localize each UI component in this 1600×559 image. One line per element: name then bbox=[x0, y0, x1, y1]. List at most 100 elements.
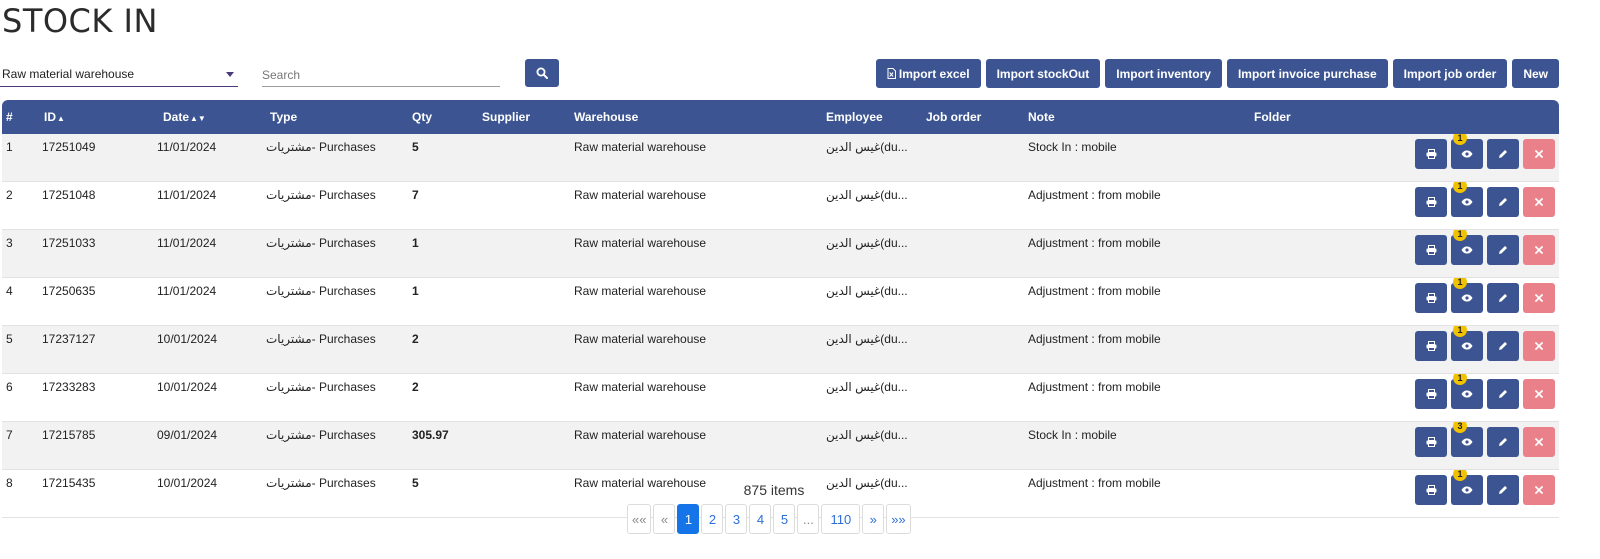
close-icon bbox=[1535, 438, 1543, 446]
table-row[interactable]: 2 17251048 11/01/2024 مشتريات- Purchases 7 Ra… bbox=[2, 181, 1559, 230]
delete-button[interactable] bbox=[1523, 187, 1555, 217]
delete-button[interactable] bbox=[1523, 139, 1555, 169]
cell-qty: 1 bbox=[412, 277, 482, 326]
page-button-1[interactable]: 1 bbox=[677, 504, 700, 534]
cell-folder bbox=[1254, 229, 1394, 278]
table-row[interactable]: 4 17250635 11/01/2024 مشتريات- Purchases 1 Ra… bbox=[2, 277, 1559, 326]
page-button-4[interactable]: 4 bbox=[749, 504, 772, 534]
delete-button[interactable] bbox=[1523, 331, 1555, 361]
delete-button[interactable] bbox=[1523, 379, 1555, 409]
view-button[interactable]: 1 bbox=[1451, 181, 1483, 217]
print-button[interactable] bbox=[1415, 427, 1447, 457]
import-invoice-purchase-button[interactable]: Import invoice purchase bbox=[1226, 59, 1388, 88]
delete-button[interactable] bbox=[1523, 427, 1555, 457]
toolbar: Import excel Import stockOut Import inve… bbox=[875, 59, 1559, 88]
warehouse-select-value: Raw material warehouse bbox=[2, 67, 135, 81]
print-button[interactable] bbox=[1415, 235, 1447, 265]
attachment-count-badge: 1 bbox=[1453, 469, 1467, 481]
search-input[interactable] bbox=[262, 63, 500, 87]
cell-supplier bbox=[482, 421, 574, 470]
print-button[interactable] bbox=[1415, 331, 1447, 361]
cell-employee: غيس الدين(du... bbox=[826, 181, 926, 230]
cell-job-order bbox=[926, 134, 1028, 182]
table-row[interactable]: 3 17251033 11/01/2024 مشتريات- Purchases 1 Ra… bbox=[2, 229, 1559, 278]
cell-qty: 2 bbox=[412, 325, 482, 374]
search-button[interactable] bbox=[525, 59, 559, 87]
print-button[interactable] bbox=[1415, 283, 1447, 313]
view-button[interactable]: 1 bbox=[1451, 373, 1483, 409]
edit-button[interactable] bbox=[1487, 187, 1519, 217]
page-button-3[interactable]: 3 bbox=[725, 504, 748, 534]
table-row[interactable]: 1 17251049 11/01/2024 مشتريات- Purchases 5 Ra… bbox=[2, 134, 1559, 182]
cell-index: 4 bbox=[2, 277, 38, 326]
import-stockout-button[interactable]: Import stockOut bbox=[985, 59, 1101, 88]
table-row[interactable]: 7 17215785 09/01/2024 مشتريات- Purchases 305… bbox=[2, 421, 1559, 470]
pagination: «« « 1 2 3 4 5 ... 110 » »» bbox=[627, 504, 911, 534]
cell-actions: 1 bbox=[1394, 229, 1559, 278]
attachment-count-badge: 1 bbox=[1453, 181, 1467, 193]
attachment-count-badge: 1 bbox=[1453, 229, 1467, 241]
cell-index: 6 bbox=[2, 373, 38, 422]
view-button[interactable]: 1 bbox=[1451, 277, 1483, 313]
delete-button[interactable] bbox=[1523, 235, 1555, 265]
view-button[interactable]: 1 bbox=[1451, 134, 1483, 169]
cell-job-order bbox=[926, 325, 1028, 374]
table-row[interactable]: 6 17233283 10/01/2024 مشتريات- Purchases 2 Ra… bbox=[2, 373, 1559, 422]
warehouse-select[interactable]: Raw material warehouse bbox=[0, 63, 238, 87]
close-icon bbox=[1535, 294, 1543, 302]
page-button-5[interactable]: 5 bbox=[773, 504, 796, 534]
cell-warehouse: Raw material warehouse bbox=[574, 325, 826, 374]
import-job-order-button[interactable]: Import job order bbox=[1392, 59, 1508, 88]
edit-button[interactable] bbox=[1487, 283, 1519, 313]
edit-button[interactable] bbox=[1487, 379, 1519, 409]
cell-employee: غيس الدين(du... bbox=[826, 277, 926, 326]
close-icon bbox=[1535, 390, 1543, 398]
cell-type: مشتريات- Purchases bbox=[238, 373, 412, 422]
table-row[interactable]: 5 17237127 10/01/2024 مشتريات- Purchases 2 Ra… bbox=[2, 325, 1559, 374]
view-button[interactable]: 3 bbox=[1451, 421, 1483, 457]
cell-employee: غيس الدين(du... bbox=[826, 134, 926, 182]
cell-date: 09/01/2024 bbox=[133, 421, 238, 470]
col-date[interactable]: Date▲▼ bbox=[133, 100, 238, 134]
col-employee: Employee bbox=[826, 110, 883, 124]
cell-job-order bbox=[926, 181, 1028, 230]
cell-job-order bbox=[926, 373, 1028, 422]
view-button[interactable]: 1 bbox=[1451, 229, 1483, 265]
sort-up-icon: ▲ bbox=[57, 114, 65, 123]
print-button[interactable] bbox=[1415, 187, 1447, 217]
page-next-button[interactable]: » bbox=[862, 504, 885, 534]
page-first-button[interactable]: «« bbox=[627, 504, 652, 534]
page-button-2[interactable]: 2 bbox=[701, 504, 724, 534]
edit-button[interactable] bbox=[1487, 235, 1519, 265]
table-body: 1 17251049 11/01/2024 مشتريات- Purchases 5 Ra… bbox=[2, 134, 1559, 518]
eye-icon bbox=[1461, 438, 1473, 446]
edit-button[interactable] bbox=[1487, 427, 1519, 457]
eye-icon bbox=[1461, 198, 1473, 206]
col-id[interactable]: ID▲ bbox=[38, 100, 133, 134]
delete-button[interactable] bbox=[1523, 283, 1555, 313]
col-id-label: ID bbox=[44, 110, 56, 124]
close-icon bbox=[1535, 198, 1543, 206]
page-prev-button[interactable]: « bbox=[653, 504, 676, 534]
col-type: Type bbox=[270, 110, 298, 124]
page-button-last-number[interactable]: 110 bbox=[821, 504, 861, 534]
edit-button[interactable] bbox=[1487, 139, 1519, 169]
cell-index: 2 bbox=[2, 181, 38, 230]
cell-id: 17237127 bbox=[38, 325, 133, 374]
view-button[interactable]: 1 bbox=[1451, 325, 1483, 361]
cell-date: 11/01/2024 bbox=[133, 181, 238, 230]
new-button[interactable]: New bbox=[1512, 59, 1559, 88]
pencil-icon bbox=[1499, 342, 1507, 350]
print-button[interactable] bbox=[1415, 379, 1447, 409]
col-actions bbox=[1394, 100, 1559, 134]
cell-qty: 1 bbox=[412, 229, 482, 278]
page-last-button[interactable]: »» bbox=[886, 504, 911, 534]
cell-index: 3 bbox=[2, 229, 38, 278]
cell-job-order bbox=[926, 277, 1028, 326]
attachment-count-badge: 1 bbox=[1453, 373, 1467, 385]
import-inventory-button[interactable]: Import inventory bbox=[1105, 59, 1222, 88]
import-excel-button[interactable]: Import excel bbox=[875, 59, 981, 88]
print-button[interactable] bbox=[1415, 139, 1447, 169]
edit-button[interactable] bbox=[1487, 331, 1519, 361]
cell-job-order bbox=[926, 229, 1028, 278]
